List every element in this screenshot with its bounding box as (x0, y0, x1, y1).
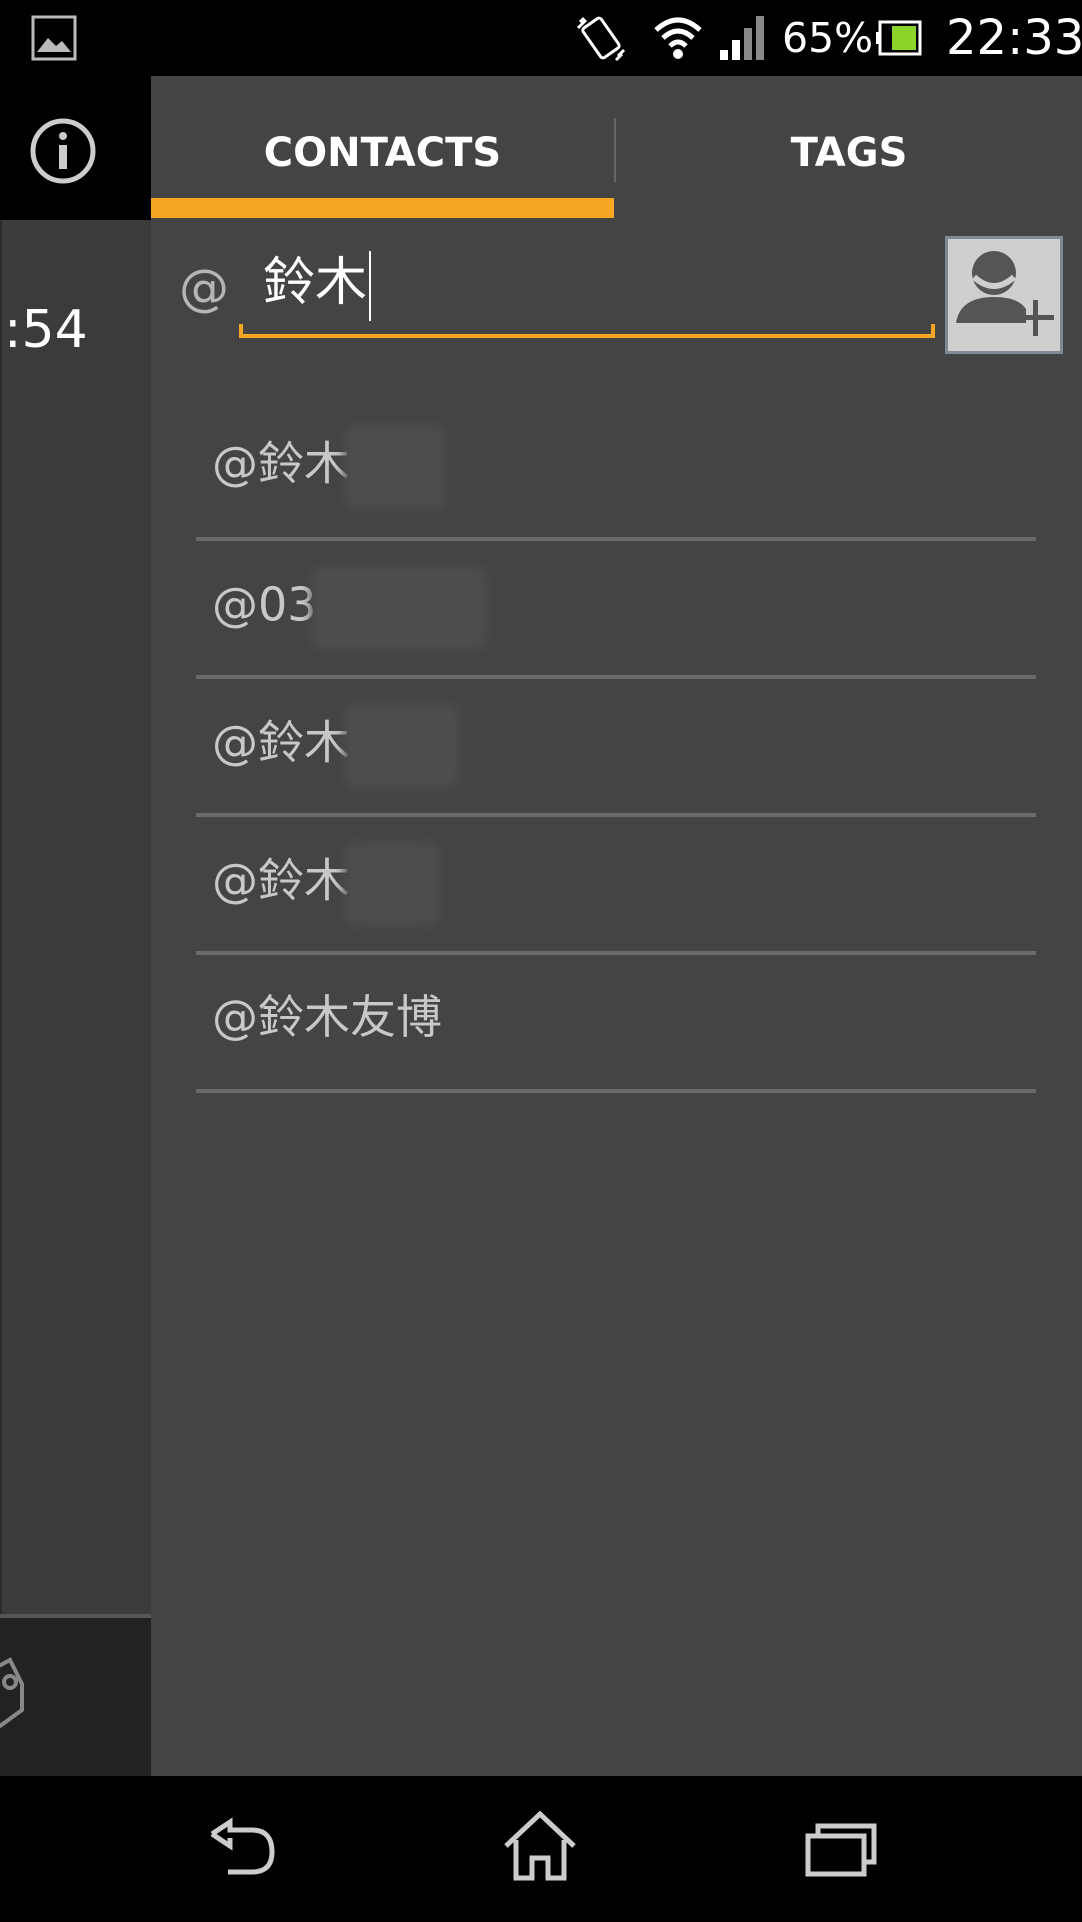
suggestion-label: @鈴木友博 (212, 990, 442, 1044)
list-item[interactable]: @鈴木 (196, 679, 1036, 817)
navigation-bar (0, 1776, 1082, 1922)
status-bar: 65% 22:33 (0, 0, 1082, 76)
info-area (0, 76, 151, 220)
list-item[interactable]: @鈴木 (196, 400, 1036, 541)
wifi-icon (654, 17, 702, 59)
search-row: @ 鈴木 (151, 218, 1082, 358)
at-prefix: @ (179, 259, 229, 317)
tag-icon (0, 1657, 24, 1729)
tab-bar: CONTACTS TAGS (151, 76, 1082, 218)
search-input[interactable]: 鈴木 (263, 250, 372, 321)
background-app-footer (0, 1614, 151, 1776)
suggestion-label: @鈴木 (212, 709, 454, 783)
signal-icon (720, 16, 764, 60)
battery-icon (876, 20, 922, 56)
info-icon[interactable] (28, 116, 98, 186)
list-item[interactable]: @03 (196, 541, 1036, 679)
suggestion-label: @03 (212, 571, 481, 645)
gallery-icon (31, 15, 77, 61)
home-icon[interactable] (490, 1800, 590, 1900)
redacted-block (350, 847, 434, 921)
search-field[interactable]: 鈴木 (239, 240, 935, 338)
search-input-value: 鈴木 (263, 253, 368, 313)
add-contact-button[interactable] (945, 236, 1063, 354)
list-item[interactable]: @鈴木 (196, 817, 1036, 955)
background-app-panel: :54 (0, 220, 151, 1614)
recents-icon[interactable] (790, 1800, 890, 1900)
redacted-block (350, 709, 454, 783)
tab-contacts[interactable]: CONTACTS (151, 76, 614, 218)
contacts-panel: CONTACTS TAGS @ 鈴木 @鈴木 @03 @鈴木 @鈴木 @鈴木友博 (151, 76, 1082, 1776)
screen: 65% 22:33 :54 CONTACTS TAGS @ 鈴木 @鈴木 @03… (0, 0, 1082, 1922)
redacted-block (350, 430, 440, 504)
list-item[interactable]: @鈴木友博 (196, 955, 1036, 1093)
background-app-strip: :54 (0, 76, 151, 1776)
suggestion-list: @鈴木 @03 @鈴木 @鈴木 @鈴木友博 (196, 400, 1036, 1093)
tab-tags[interactable]: TAGS (616, 76, 1082, 218)
battery-percent: 65% (782, 14, 874, 62)
add-contact-icon (956, 251, 1054, 336)
back-icon[interactable] (190, 1800, 290, 1900)
suggestion-label: @鈴木 (212, 430, 440, 504)
suggestion-label: @鈴木 (212, 847, 434, 921)
tab-selected-indicator (151, 198, 614, 218)
text-cursor (369, 251, 372, 321)
background-partial-time: :54 (4, 300, 88, 360)
status-clock: 22:33 (946, 10, 1082, 66)
redacted-block (316, 571, 481, 645)
vibrate-icon (576, 16, 626, 62)
